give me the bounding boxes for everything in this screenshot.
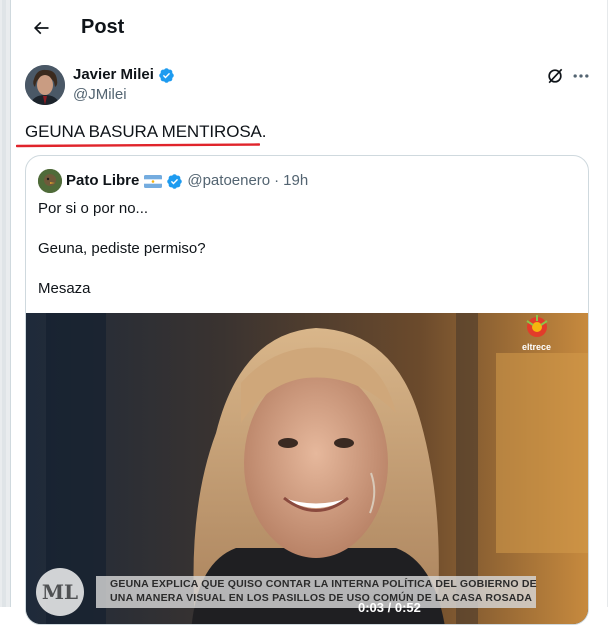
post-text: GEUNA BASURA MENTIROSA.: [25, 122, 267, 141]
argentina-flag-icon: [144, 174, 163, 188]
quoted-post[interactable]: Pato Libre @patoenero · 19h Por si o por…: [25, 155, 589, 625]
video-time-display: 0:03 / 0:52: [358, 600, 421, 615]
page-title: Post: [81, 16, 125, 38]
author-handle[interactable]: @JMilei: [73, 86, 127, 104]
show-logo: ML: [36, 568, 84, 616]
arrow-left-icon: [33, 21, 49, 35]
video-player[interactable]: eltrece ML GEUNA EXPLICA QUE QUISO CONTA…: [26, 313, 588, 624]
quoted-author-handle[interactable]: @patoenero: [187, 171, 270, 191]
verified-badge-icon: [167, 173, 183, 189]
more-horizontal-icon[interactable]: [571, 66, 591, 86]
author-avatar[interactable]: [25, 65, 65, 105]
avatar-image: [25, 65, 65, 105]
caption-line-1: GEUNA EXPLICA QUE QUISO CONTAR LA INTERN…: [110, 578, 537, 590]
quoted-post-header: Pato Libre @patoenero · 19h: [66, 171, 308, 191]
separator-dot: ·: [274, 172, 280, 189]
quoted-text-line-3: Mesaza: [38, 280, 91, 297]
author-name[interactable]: Javier Milei: [73, 65, 175, 85]
quoted-text-line-2: Geuna, pediste permiso?: [38, 240, 206, 257]
caption-line-2: UNA MANERA VISUAL EN LOS PASILLOS DE USO…: [110, 592, 533, 604]
post-header: Post: [10, 0, 607, 54]
quoted-post-time[interactable]: 19h: [283, 171, 308, 191]
quoted-author-avatar[interactable]: [38, 169, 62, 193]
left-rail: [0, 0, 11, 607]
left-rail-accent: [2, 0, 6, 607]
grok-icon[interactable]: [545, 66, 565, 86]
quoted-author-name[interactable]: Pato Libre: [66, 171, 139, 191]
quoted-text-line-1: Por si o por no...: [38, 200, 149, 217]
channel-label: eltrece: [522, 342, 552, 352]
quoted-avatar-image: [38, 169, 62, 193]
author-name-text: Javier Milei: [73, 66, 154, 83]
back-button[interactable]: [24, 11, 58, 45]
verified-badge-icon: [159, 67, 174, 83]
red-underline-annotation: [16, 143, 260, 148]
